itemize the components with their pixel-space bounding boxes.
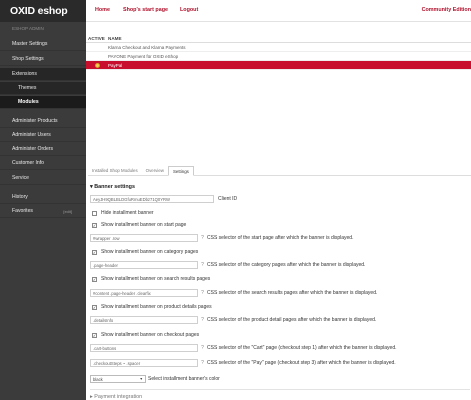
cart-description: CSS selector of the "Cart" page (checkou… [207, 345, 397, 351]
sidebar-admin-label: ESHOP ADMIN [12, 26, 44, 31]
sidebar-item-favorites-label: Favorites [12, 208, 33, 214]
client-id-field[interactable]: AeyJH9QBLBLDGfuRmuEDbz71Q0YRW [90, 195, 214, 203]
sidebar: OXID eshop ESHOP ADMIN Master Settings S… [0, 0, 86, 400]
column-header-active[interactable]: ACTIVE [86, 36, 108, 41]
banner-color-label: Select installment banner's color [148, 376, 220, 382]
product-label: Show installment banner on product detai… [101, 304, 212, 310]
sidebar-item-themes[interactable]: Themes [0, 82, 86, 95]
sidebar-item-administer-users[interactable]: Administer Users [0, 129, 86, 142]
module-name[interactable]: Klarna Checkout and Klarna Payments [108, 45, 186, 50]
banner-color-select[interactable]: black ▼ [90, 375, 146, 383]
search-label: Show installment banner on search result… [101, 276, 211, 282]
active-status-icon [94, 62, 100, 68]
help-icon[interactable]: ? [199, 344, 206, 352]
checkout-checkbox[interactable]: ✓ [92, 332, 97, 338]
column-header-name[interactable]: NAME [108, 36, 122, 41]
product-checkbox[interactable]: ✓ [92, 304, 97, 310]
product-selector-field[interactable]: .detailsInfo [90, 316, 198, 324]
sidebar-item-administer-orders[interactable]: Administer Orders [0, 143, 86, 156]
search-selector-field[interactable]: #content .page-header .clearfix [90, 289, 198, 297]
tab-installed-shop-modules[interactable]: Installed Shop Modules [88, 165, 142, 175]
search-description: CSS selector of the search results pages… [207, 290, 378, 296]
help-icon[interactable]: ? [199, 359, 206, 367]
help-icon[interactable]: ? [199, 316, 206, 324]
tab-overview[interactable]: Overview [142, 165, 168, 175]
sidebar-item-favorites[interactable]: Favorites [edit] [0, 205, 86, 218]
top-navigation: Home Shop's start page Logout Community … [86, 0, 471, 22]
list-item[interactable]: Klarna Checkout and Klarna Payments [86, 43, 471, 52]
payment-integration-heading[interactable]: ▸ Payment integration [90, 394, 142, 400]
help-icon[interactable]: ? [199, 261, 206, 269]
start-page-description: CSS selector of the start page after whi… [207, 235, 354, 241]
favorites-edit-link[interactable]: [edit] [63, 209, 72, 214]
category-description: CSS selector of the category pages after… [207, 262, 366, 268]
pay-selector-field[interactable]: .checkoutSteps ~ .spacer [90, 359, 198, 367]
tab-settings[interactable]: Settings [167, 166, 194, 176]
sidebar-item-customer-info[interactable]: Customer Info [0, 157, 86, 170]
module-name[interactable]: PAYONE Payment für OXID eShop [108, 54, 178, 59]
detail-tabs: Installed Shop Modules Overview Settings [88, 165, 471, 176]
search-row: ✓ Show installment banner on search resu… [92, 276, 210, 282]
payment-integration-title: Payment integration [94, 394, 143, 400]
nav-home-link[interactable]: Home [95, 7, 110, 13]
sidebar-item-extensions[interactable]: Extensions [0, 68, 86, 81]
module-detail: Installed Shop Modules Overview Settings… [86, 165, 471, 400]
nav-start-page-link[interactable]: Shop's start page [123, 7, 168, 13]
hide-banner-row: Hide installment banner [92, 210, 154, 216]
active-cell [86, 62, 108, 68]
list-header: ACTIVE NAME [86, 34, 471, 43]
category-row: ✓ Show installment banner on category pa… [92, 249, 198, 255]
sidebar-item-modules[interactable]: Modules [0, 96, 86, 109]
hide-banner-checkbox[interactable] [92, 210, 97, 216]
list-item[interactable]: PayPal [86, 61, 471, 70]
help-icon[interactable]: ? [199, 234, 206, 242]
banner-settings-heading[interactable]: ▾ Banner settings [90, 184, 135, 190]
cart-selector-field[interactable]: .cart-buttons [90, 344, 198, 352]
hide-banner-label: Hide installment banner [101, 210, 154, 216]
sidebar-item-administer-products[interactable]: Administer Products [0, 115, 86, 128]
checkout-row: ✓ Show installment banner on checkout pa… [92, 332, 199, 338]
help-icon[interactable]: ? [199, 289, 206, 297]
sidebar-item-master-settings[interactable]: Master Settings [0, 38, 86, 51]
start-page-checkbox[interactable]: ✓ [92, 222, 97, 228]
sidebar-item-shop-settings[interactable]: Shop Settings [0, 53, 86, 66]
banner-settings-title: Banner settings [94, 184, 135, 190]
pay-description: CSS selector of the "Pay" page (checkout… [207, 360, 396, 366]
module-list: ACTIVE NAME Klarna Checkout and Klarna P… [86, 34, 471, 70]
edition-label: Community Edition [421, 7, 471, 13]
checkout-label: Show installment banner on checkout page… [101, 332, 200, 338]
category-label: Show installment banner on category page… [101, 249, 199, 255]
section-divider [90, 389, 470, 390]
nav-logout-link[interactable]: Logout [180, 7, 198, 13]
oxid-logo[interactable]: OXID eshop [0, 0, 86, 22]
product-row: ✓ Show installment banner on product det… [92, 304, 212, 310]
start-page-row: ✓ Show installment banner on start page [92, 222, 186, 228]
list-item[interactable]: PAYONE Payment für OXID eShop [86, 52, 471, 61]
sidebar-item-history[interactable]: History [0, 191, 86, 204]
search-checkbox[interactable]: ✓ [92, 276, 97, 282]
start-page-label: Show installment banner on start page [101, 222, 187, 228]
start-page-selector-field[interactable]: #wrapper .row [90, 234, 198, 242]
category-selector-field[interactable]: .page-header [90, 261, 198, 269]
sidebar-item-service[interactable]: Service [0, 172, 86, 185]
product-description: CSS selector of the product detail pages… [207, 317, 377, 323]
banner-color-value: black [93, 376, 103, 382]
chevron-down-icon: ▼ [139, 377, 143, 381]
category-checkbox[interactable]: ✓ [92, 249, 97, 255]
module-name[interactable]: PayPal [108, 63, 122, 68]
client-id-label: Client ID [218, 196, 238, 202]
logo-text: OXID eshop [10, 5, 68, 17]
